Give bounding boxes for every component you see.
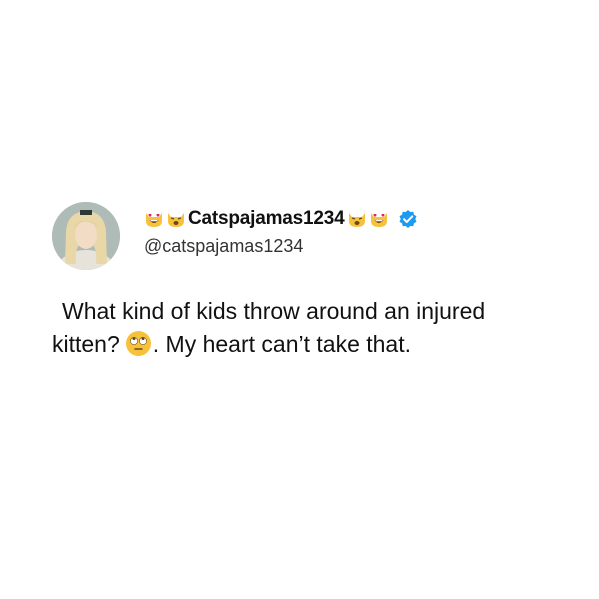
face-with-rolling-eyes-icon: [125, 330, 152, 357]
avatar[interactable]: [52, 202, 120, 270]
tweet-header: Catspajamas1234 @catspajamas1234: [52, 200, 552, 270]
user-handle[interactable]: @catspajamas1234: [144, 236, 303, 257]
tweet-card: Catspajamas1234 @catspajamas1234 What ki…: [52, 200, 552, 357]
display-name[interactable]: Catspajamas1234: [188, 208, 345, 230]
weary-cat-icon: [166, 209, 186, 229]
tweet-text: What kind of kids throw around an injure…: [52, 295, 532, 361]
verified-badge-icon: [398, 209, 418, 229]
name-row: Catspajamas1234: [144, 206, 418, 232]
tweet-text-part2: . My heart can’t take that.: [152, 331, 411, 357]
smiling-cat-heart-eyes-icon: [144, 209, 164, 229]
smiling-cat-heart-eyes-icon: [369, 209, 389, 229]
weary-cat-icon: [347, 209, 367, 229]
